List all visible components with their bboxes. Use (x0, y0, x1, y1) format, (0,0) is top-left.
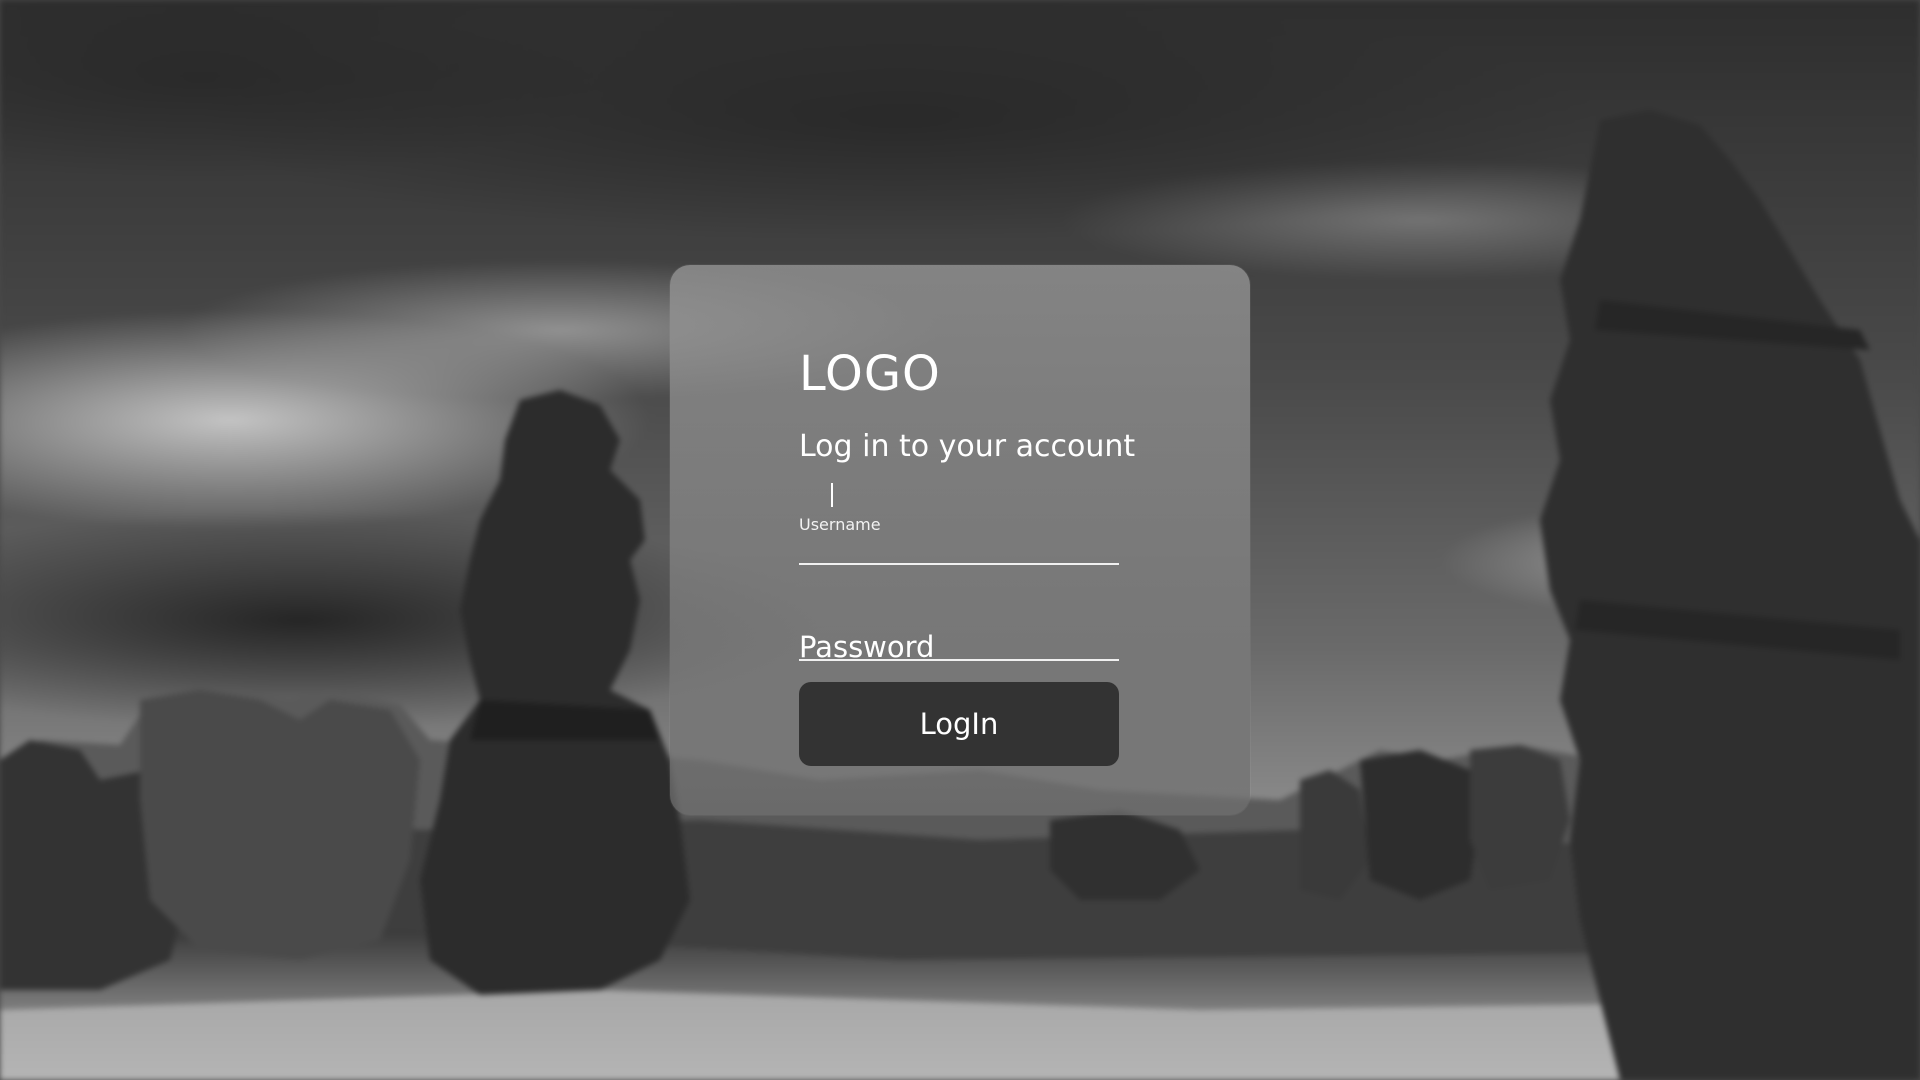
password-label: Password (799, 630, 935, 664)
login-card: LOGO Log in to your account Username Pas… (670, 265, 1250, 815)
username-underline (799, 563, 1119, 565)
login-button[interactable]: LogIn (799, 682, 1119, 766)
logo: LOGO (799, 346, 941, 402)
password-field[interactable]: Password (799, 595, 1119, 664)
password-underline (799, 659, 1119, 661)
username-field[interactable]: Username (799, 483, 1119, 565)
text-caret (831, 483, 833, 507)
login-heading: Log in to your account (799, 429, 1136, 464)
username-label: Username (799, 515, 881, 534)
